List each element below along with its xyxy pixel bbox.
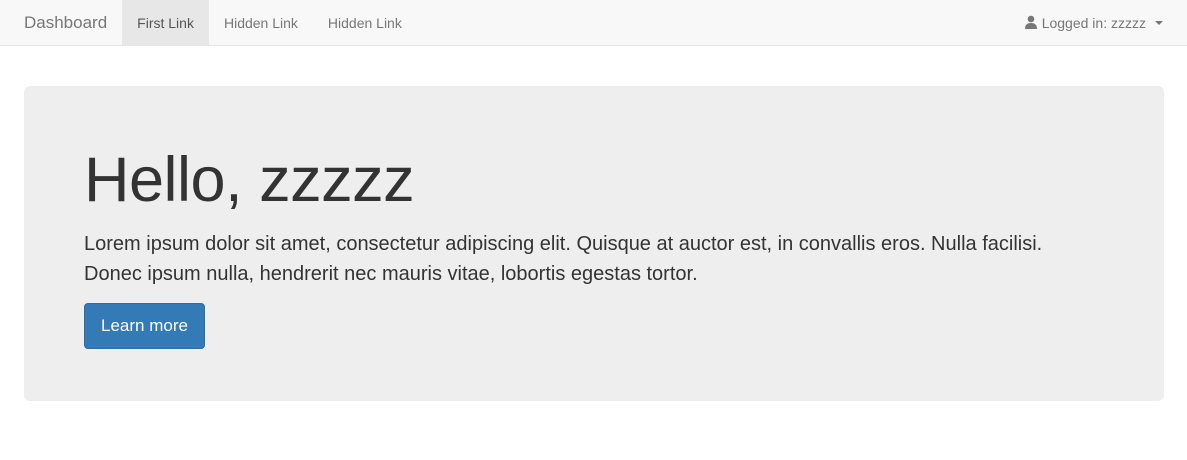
nav-link-hidden-2[interactable]: Hidden Link [313, 0, 417, 45]
navbar-brand[interactable]: Dashboard [0, 0, 122, 45]
page-title: Hello, zzzzz [84, 145, 415, 215]
nav-link-hidden-1[interactable]: Hidden Link [209, 0, 313, 45]
learn-more-button[interactable]: Learn more [84, 303, 205, 350]
top-navbar: Dashboard First Link Hidden Link Hidden … [0, 0, 1187, 46]
chevron-down-icon [1155, 20, 1163, 25]
nav-link-first[interactable]: First Link [122, 0, 209, 45]
nav-links: First Link Hidden Link Hidden Link [122, 0, 417, 45]
user-icon [1024, 15, 1038, 29]
user-menu-label: Logged in: zzzzz [1041, 14, 1146, 31]
intro-text: Lorem ipsum dolor sit amet, consectetur … [84, 233, 1043, 286]
jumbotron: Hello, zzzzz Lorem ipsum dolor sit amet,… [24, 86, 1164, 401]
user-menu-dropdown[interactable]: Logged in: zzzzz [1009, 0, 1187, 45]
